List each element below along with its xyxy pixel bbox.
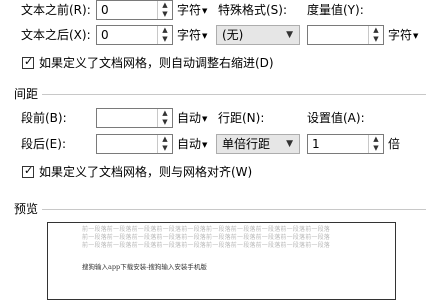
spin-buttons: ▲ ▼	[157, 109, 172, 127]
line-spacing-label: 行距(N):	[218, 111, 265, 125]
spacing-divider	[42, 94, 426, 95]
dropdown-arrow-icon: ▼	[413, 31, 419, 40]
indent-before-unit-dropdown[interactable]: 字符▼	[177, 3, 207, 18]
spin-down-arrow-icon[interactable]: ▼	[158, 10, 172, 19]
spin-down-arrow-icon[interactable]: ▼	[158, 35, 172, 44]
preview-placeholder-line: 前一段落前一段落前一段落前一段落前一段落前一段落前一段落前一段落前一段落前一段落	[82, 234, 331, 241]
dropdown-arrow-icon: ▼	[202, 6, 208, 15]
spin-buttons: ▲ ▼	[157, 135, 172, 153]
indent-after-label: 文本之后(X):	[21, 28, 91, 42]
setting-value-label: 设置值(A):	[307, 111, 365, 125]
spacing-after-label: 段后(E):	[21, 137, 66, 151]
spin-buttons: ▲ ▼	[368, 135, 383, 153]
indent-before-spinbox[interactable]: 0 ▲ ▼	[96, 0, 173, 20]
spacing-before-label: 段前(B):	[21, 111, 67, 125]
spin-up-arrow-icon[interactable]: ▲	[158, 1, 172, 10]
spin-down-arrow-icon[interactable]: ▼	[369, 35, 383, 44]
checkmark-icon: ✓	[24, 55, 34, 68]
spin-up-arrow-icon[interactable]: ▲	[158, 26, 172, 35]
spacing-after-spinbox[interactable]: ▲ ▼	[96, 134, 173, 154]
preview-placeholder-line: 前一段落前一段落前一段落前一段落前一段落前一段落前一段落前一段落前一段落前一段落	[82, 242, 331, 249]
spin-buttons: ▲ ▼	[157, 1, 172, 19]
indent-after-spinbox[interactable]: 0 ▲ ▼	[96, 25, 173, 45]
dropdown-arrow-icon: ▼	[202, 140, 208, 149]
spacing-grid-checkbox[interactable]: ✓	[22, 164, 34, 178]
dropdown-arrow-icon: ▼	[286, 30, 293, 40]
spacing-after-unit-text: 自动	[177, 137, 202, 151]
preview-sample-text: 搜狗输入app下载安装-搜狗输入安装手机版	[82, 263, 207, 271]
spin-down-arrow-icon[interactable]: ▼	[158, 144, 172, 153]
dropdown-arrow-icon: ▼	[202, 114, 208, 123]
special-format-select[interactable]: (无) ▼	[216, 25, 300, 45]
indent-after-unit-dropdown[interactable]: 字符▼	[177, 28, 207, 43]
special-format-value: (无)	[222, 28, 244, 42]
spacing-section-title: 间距	[14, 87, 39, 101]
dropdown-arrow-icon: ▼	[202, 31, 208, 40]
preview-section-title: 预览	[14, 202, 39, 216]
spin-buttons: ▲ ▼	[368, 26, 383, 44]
spacing-before-unit-text: 自动	[177, 111, 202, 125]
special-format-label: 特殊格式(S):	[218, 3, 288, 17]
dropdown-arrow-icon: ▼	[286, 139, 293, 149]
line-spacing-select[interactable]: 单倍行距 ▼	[216, 134, 300, 154]
indent-after-unit-text: 字符	[177, 28, 202, 42]
indent-grid-checkbox[interactable]: ✓	[22, 55, 34, 69]
indent-after-value[interactable]: 0	[101, 28, 109, 42]
spin-up-arrow-icon[interactable]: ▲	[369, 135, 383, 144]
setting-value-unit: 倍	[388, 137, 401, 151]
spin-down-arrow-icon[interactable]: ▼	[369, 144, 383, 153]
spin-down-arrow-icon[interactable]: ▼	[158, 118, 172, 127]
preview-placeholder-line: 前一段落前一段落前一段落前一段落前一段落前一段落前一段落前一段落前一段落前一段落	[82, 226, 331, 233]
measure-unit-dropdown[interactable]: 字符▼	[388, 28, 418, 43]
line-spacing-value: 单倍行距	[222, 137, 271, 151]
spacing-grid-checkbox-label[interactable]: 如果定义了文档网格，则与网格对齐(W)	[39, 165, 252, 179]
indent-before-value[interactable]: 0	[101, 3, 109, 17]
measure-label: 度量值(Y):	[307, 3, 364, 17]
spacing-before-spinbox[interactable]: ▲ ▼	[96, 108, 173, 128]
spacing-after-unit-dropdown[interactable]: 自动▼	[177, 137, 207, 152]
setting-value-spinbox[interactable]: 1 ▲ ▼	[307, 134, 384, 154]
measure-unit-text: 字符	[388, 28, 413, 42]
indent-before-unit-text: 字符	[177, 3, 202, 17]
measure-spinbox[interactable]: ▲ ▼	[307, 25, 384, 45]
spin-up-arrow-icon[interactable]: ▲	[369, 26, 383, 35]
indent-before-label: 文本之前(R):	[21, 3, 91, 17]
setting-value[interactable]: 1	[312, 137, 320, 151]
preview-divider	[42, 209, 426, 210]
spin-up-arrow-icon[interactable]: ▲	[158, 109, 172, 118]
spin-buttons: ▲ ▼	[157, 26, 172, 44]
checkmark-icon: ✓	[24, 164, 34, 177]
spin-up-arrow-icon[interactable]: ▲	[158, 135, 172, 144]
indent-grid-checkbox-label[interactable]: 如果定义了文档网格，则自动调整右缩进(D)	[39, 56, 274, 70]
spacing-before-unit-dropdown[interactable]: 自动▼	[177, 111, 207, 126]
preview-box: 前一段落前一段落前一段落前一段落前一段落前一段落前一段落前一段落前一段落前一段落…	[47, 222, 396, 300]
